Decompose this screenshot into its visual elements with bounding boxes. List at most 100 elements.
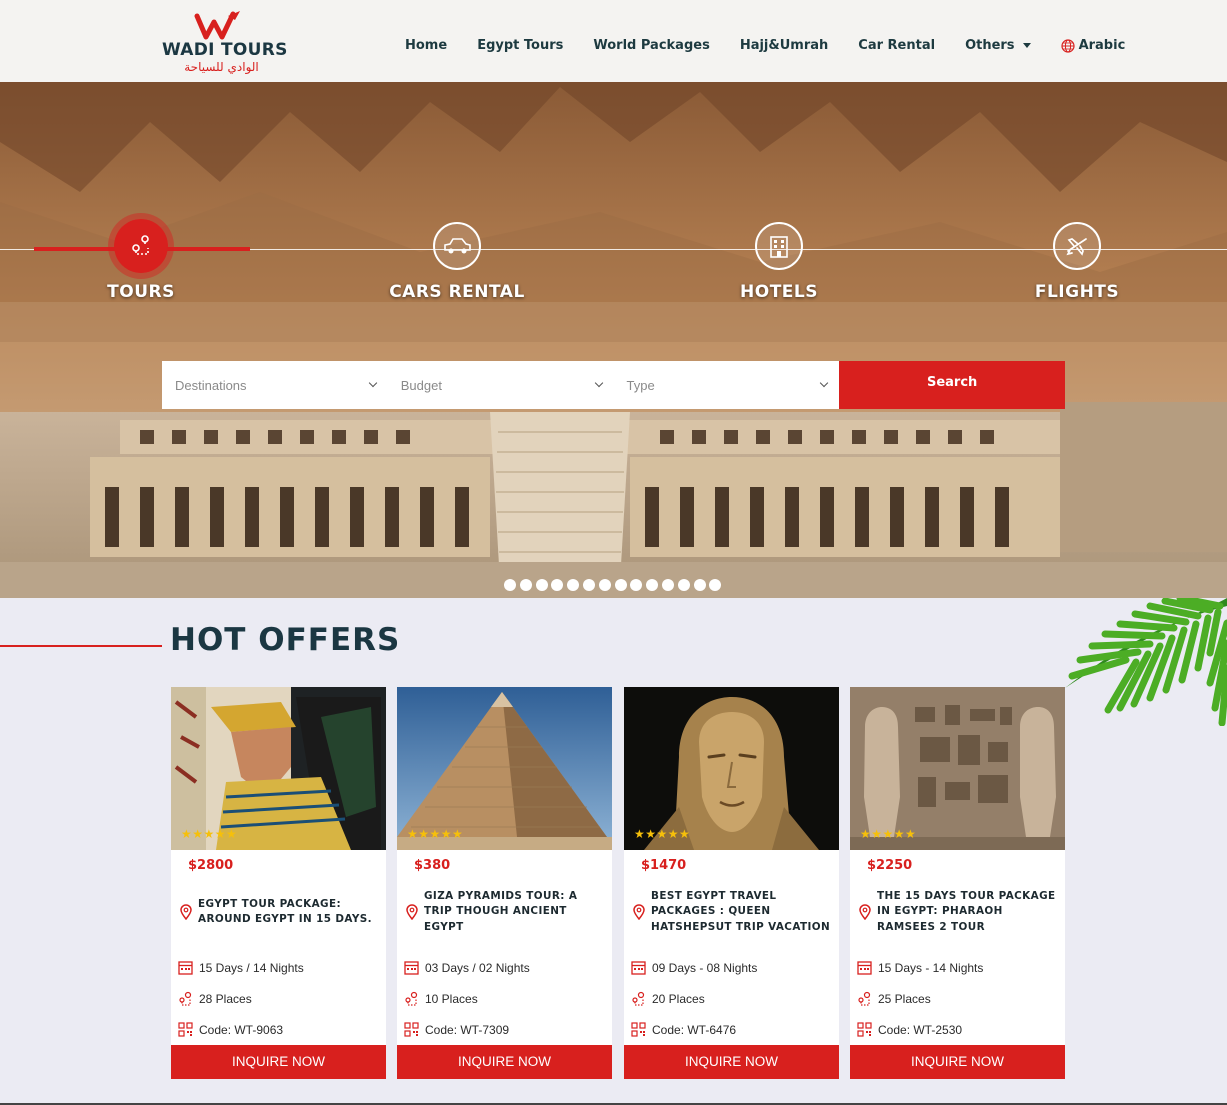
tab-cars-rental[interactable]: CARS RENTAL bbox=[357, 222, 557, 302]
offer-title-row[interactable]: BEST EGYPT TRAVEL PACKAGES : QUEEN HATSH… bbox=[631, 877, 831, 947]
offer-code: Code: WT-6476 bbox=[631, 1022, 736, 1037]
slider-dot[interactable] bbox=[598, 579, 611, 591]
offer-duration: 15 Days / 14 Nights bbox=[178, 960, 304, 975]
section-title: HOT OFFERS bbox=[170, 622, 401, 658]
slider-dot[interactable] bbox=[551, 579, 564, 591]
rating-stars: ★★★★★ bbox=[634, 827, 691, 841]
calendar-icon bbox=[404, 961, 419, 975]
offer-places-text: 10 Places bbox=[425, 991, 478, 1006]
offer-places-text: 28 Places bbox=[199, 991, 252, 1006]
nav-home[interactable]: Home bbox=[405, 38, 447, 53]
offer-duration-text: 15 Days - 14 Nights bbox=[878, 960, 984, 975]
destinations-select[interactable]: Destinations bbox=[162, 361, 388, 409]
slider-dot[interactable] bbox=[661, 579, 674, 591]
places-icon bbox=[179, 991, 192, 1006]
offer-places: 28 Places bbox=[178, 991, 252, 1006]
chevron-down-icon bbox=[1022, 43, 1031, 48]
inquire-now-button[interactable]: INQUIRE NOW bbox=[397, 1045, 612, 1079]
offer-title: EGYPT TOUR PACKAGE: AROUND EGYPT IN 15 D… bbox=[198, 897, 372, 926]
nav-hajj-umrah[interactable]: Hajj&Umrah bbox=[740, 38, 828, 53]
budget-select[interactable]: Budget bbox=[387, 361, 614, 409]
offer-title-row[interactable]: THE 15 DAYS TOUR PACKAGE IN EGYPT: PHARA… bbox=[857, 877, 1057, 947]
offer-code-text: Code: WT-6476 bbox=[652, 1022, 737, 1037]
slider-dot[interactable] bbox=[677, 579, 690, 591]
offer-price: $380 bbox=[414, 858, 451, 873]
calendar-icon bbox=[631, 961, 646, 975]
offer-code: Code: WT-9063 bbox=[178, 1022, 283, 1037]
offer-image-hatshepsut: ★★★★★ bbox=[624, 687, 839, 850]
tour-search-form: Destinations Budget Type Search bbox=[162, 361, 1066, 409]
budget-select-value: Budget bbox=[400, 378, 442, 393]
brand-name: WADI TOURS bbox=[162, 40, 288, 60]
tab-hotels[interactable]: HOTELS bbox=[679, 222, 879, 302]
nav-car-rental[interactable]: Car Rental bbox=[858, 38, 935, 53]
offer-duration: 03 Days / 02 Nights bbox=[404, 960, 530, 975]
nav-others[interactable]: Others bbox=[965, 38, 1031, 53]
qr-code-icon bbox=[631, 1022, 646, 1037]
offer-places-text: 25 Places bbox=[878, 991, 931, 1006]
slider-dot[interactable] bbox=[535, 579, 548, 591]
qr-code-icon bbox=[404, 1022, 419, 1037]
qr-code-icon bbox=[857, 1022, 872, 1037]
slider-dot[interactable] bbox=[693, 579, 706, 591]
offer-card[interactable]: ★★★★★ $1470 BEST EGYPT TRAVEL PACKAGES :… bbox=[624, 687, 839, 1079]
offer-card[interactable]: ★★★★★ $2250 THE 15 DAYS TOUR PACKAGE IN … bbox=[850, 687, 1065, 1079]
location-pin-icon bbox=[406, 904, 418, 920]
calendar-icon bbox=[857, 961, 872, 975]
slider-dot[interactable] bbox=[646, 579, 659, 591]
rating-stars: ★★★★★ bbox=[407, 827, 464, 841]
offer-code-text: Code: WT-2530 bbox=[878, 1022, 963, 1037]
hero-banner: TOURS CARS RENTAL HOTELS FLIGHTS Destina… bbox=[0, 82, 1227, 598]
location-pin-icon bbox=[633, 904, 645, 920]
tab-flights-label: FLIGHTS bbox=[1034, 282, 1120, 302]
chevron-down-icon bbox=[594, 378, 603, 388]
rating-stars: ★★★★★ bbox=[860, 827, 917, 841]
offer-price: $2250 bbox=[867, 858, 913, 873]
language-switch[interactable]: Arabic bbox=[1060, 38, 1126, 53]
plane-icon bbox=[1053, 222, 1101, 270]
tab-flights[interactable]: FLIGHTS bbox=[977, 222, 1177, 302]
offer-duration: 15 Days - 14 Nights bbox=[857, 960, 983, 975]
type-select[interactable]: Type bbox=[613, 361, 840, 409]
slider-dots bbox=[504, 579, 725, 591]
offer-title: THE 15 DAYS TOUR PACKAGE IN EGYPT: PHARA… bbox=[877, 889, 1056, 933]
rating-stars: ★★★★★ bbox=[181, 827, 238, 841]
slider-dot[interactable] bbox=[567, 579, 580, 591]
offer-title: BEST EGYPT TRAVEL PACKAGES : QUEEN HATSH… bbox=[651, 889, 831, 933]
slider-dot[interactable] bbox=[614, 579, 627, 591]
offer-card[interactable]: ★★★★★ $2800 EGYPT TOUR PACKAGE: AROUND E… bbox=[171, 687, 386, 1079]
logo[interactable]: WADI TOURS الوادي للسياحة bbox=[160, 10, 288, 74]
slider-dot[interactable] bbox=[519, 579, 532, 591]
offer-duration: 09 Days - 08 Nights bbox=[631, 960, 757, 975]
chevron-down-icon bbox=[368, 378, 378, 388]
temple-hero-image bbox=[0, 82, 1227, 598]
offer-title-row[interactable]: GIZA PYRAMIDS TOUR: A TRIP THOUGH ANCIEN… bbox=[404, 877, 604, 947]
search-button[interactable]: Search bbox=[839, 361, 1066, 409]
calendar-icon bbox=[178, 961, 193, 975]
inquire-now-button[interactable]: INQUIRE NOW bbox=[171, 1045, 386, 1079]
places-icon bbox=[632, 991, 645, 1006]
slider-dot[interactable] bbox=[504, 579, 516, 591]
nav-world-packages[interactable]: World Packages bbox=[593, 38, 709, 53]
offer-code-text: Code: WT-9063 bbox=[199, 1022, 284, 1037]
offer-title-row[interactable]: EGYPT TOUR PACKAGE: AROUND EGYPT IN 15 D… bbox=[178, 877, 378, 947]
location-pin-icon bbox=[859, 904, 871, 920]
w-plane-icon bbox=[194, 11, 240, 40]
offer-card[interactable]: ★★★★★ $380 GIZA PYRAMIDS TOUR: A TRIP TH… bbox=[397, 687, 612, 1079]
nav-egypt-tours[interactable]: Egypt Tours bbox=[477, 38, 563, 53]
slider-dot[interactable] bbox=[630, 579, 643, 591]
offer-price: $2800 bbox=[188, 858, 234, 873]
offer-code: Code: WT-2530 bbox=[857, 1022, 962, 1037]
offer-code: Code: WT-7309 bbox=[404, 1022, 509, 1037]
language-label: Arabic bbox=[1078, 38, 1126, 53]
offer-places: 10 Places bbox=[404, 991, 478, 1006]
inquire-now-button[interactable]: INQUIRE NOW bbox=[624, 1045, 839, 1079]
offer-duration-text: 09 Days - 08 Nights bbox=[652, 960, 758, 975]
offer-places: 25 Places bbox=[857, 991, 931, 1006]
slider-dot[interactable] bbox=[709, 579, 722, 591]
inquire-now-button[interactable]: INQUIRE NOW bbox=[850, 1045, 1065, 1079]
offer-image-ramses-relief: ★★★★★ bbox=[850, 687, 1065, 850]
tab-tours[interactable]: TOURS bbox=[41, 213, 241, 302]
offer-price: $1470 bbox=[641, 858, 687, 873]
slider-dot[interactable] bbox=[582, 579, 595, 591]
